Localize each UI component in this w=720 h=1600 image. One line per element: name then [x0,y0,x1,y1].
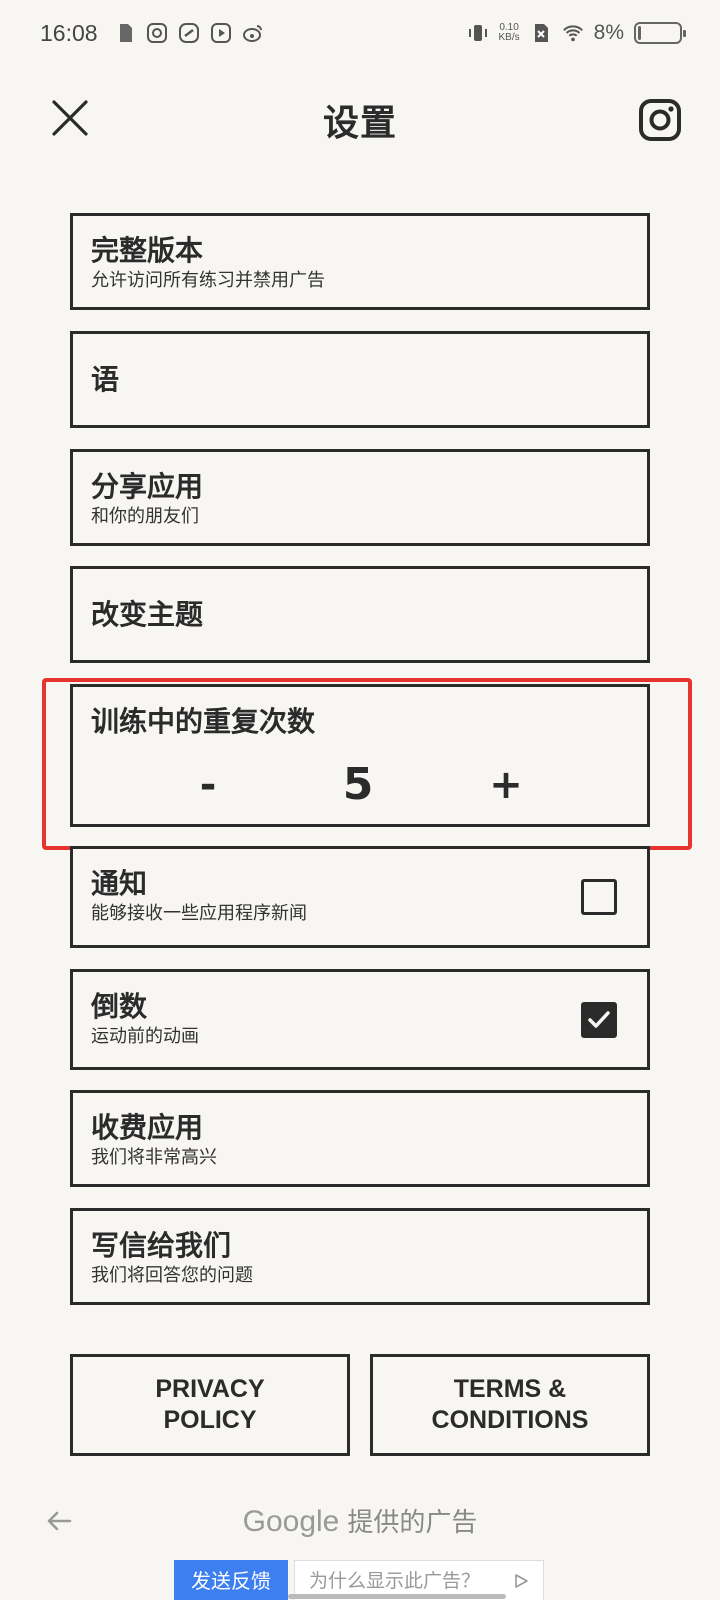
notifications-card[interactable]: 通知 能够接收一些应用程序新闻 [70,846,650,948]
change-theme-title: 改变主题 [91,597,204,631]
countdown-card[interactable]: 倒数 运动前的动画 [70,969,650,1070]
net-speed: 0.10 KB/s [499,23,520,43]
rate-app-card[interactable]: 收费应用 我们将非常高兴 [70,1090,650,1187]
change-theme-card[interactable]: 改变主题 [70,566,650,663]
send-feedback-button[interactable]: 发送反馈 [174,1560,288,1600]
full-version-subtitle: 允许访问所有练习并禁用广告 [91,270,325,291]
checkmark-icon [588,1010,610,1028]
notifications-subtitle: 能够接收一些应用程序新闻 [91,903,307,924]
write-us-card[interactable]: 写信给我们 我们将回答您的问题 [70,1208,650,1305]
full-version-card[interactable]: 完整版本 允许访问所有练习并禁用广告 [70,213,650,310]
adchoices-icon [515,1574,528,1588]
google-logo: Google [242,1505,340,1538]
countdown-checkbox[interactable] [581,1001,617,1038]
share-app-title: 分享应用 [91,470,204,503]
countdown-title: 倒数 [91,990,148,1023]
page-title: 设置 [322,103,397,144]
rate-app-title: 收费应用 [91,1111,204,1144]
increment-button[interactable]: + [481,757,531,813]
ad-provider: Google 提供的广告 [0,1502,720,1539]
share-app-subtitle: 和你的朋友们 [91,506,199,527]
status-right: 0.10 KB/s 8% [467,21,686,45]
repetitions-title: 训练中的重复次数 [91,705,316,738]
rate-app-subtitle: 我们将非常高兴 [91,1147,217,1168]
repetitions-value: 5 [342,759,374,810]
wifi-icon [562,25,583,42]
status-bar: 16:08 0.10 KB/s 8% [0,0,720,66]
language-card[interactable]: 语 [70,331,650,428]
notifications-checkbox[interactable] [581,879,617,915]
battery-icon [634,22,686,44]
status-time: 16:08 [40,19,98,46]
header: 设置 [0,88,720,148]
language-title: 语 [91,362,120,396]
link-notification-icon [178,23,199,43]
battery-percent: 8% [593,21,624,44]
ad-provider-text: 提供的广告 [347,1508,478,1538]
vibrate-icon [468,25,487,41]
why-this-ad-text: 为什么显示此广告？ [309,1570,481,1592]
full-version-title: 完整版本 [91,234,204,267]
battery-fill [638,26,641,40]
weibo-icon [242,25,262,42]
share-app-card[interactable]: 分享应用 和你的朋友们 [70,449,650,546]
no-sim-icon [534,24,548,42]
decrement-button[interactable]: - [183,757,233,813]
net-speed-unit: KB/s [498,32,520,43]
notifications-title: 通知 [91,867,148,900]
terms-conditions-button[interactable]: TERMS & CONDITIONS [370,1354,650,1456]
sim-card-icon [119,24,132,42]
play-notification-icon [210,23,231,43]
write-us-subtitle: 我们将回答您的问题 [91,1265,253,1286]
status-left: 16:08 [40,20,264,47]
write-us-title: 写信给我们 [91,1229,232,1262]
home-indicator [288,1594,506,1599]
privacy-policy-button[interactable]: PRIVACY POLICY [70,1354,350,1456]
repetitions-card: 训练中的重复次数 - 5 + [70,684,650,827]
instagram-icon[interactable] [638,98,682,142]
countdown-subtitle: 运动前的动画 [91,1026,199,1047]
app-notification-icon [146,23,167,43]
repetitions-stepper: - 5 + [73,757,647,817]
